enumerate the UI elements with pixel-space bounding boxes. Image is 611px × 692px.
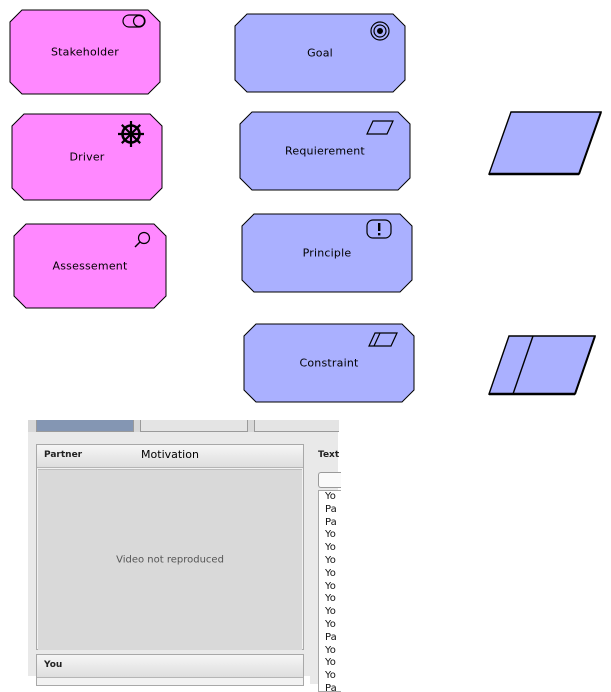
- principle-label: Principle: [302, 246, 352, 260]
- text-panel: Text Yo Pa Pa Yo Yo Yo Yo Yo Yo Yo Yo Pa Yo Yo Yo Pa: [310, 444, 341, 692]
- chat-line: Yo: [325, 657, 336, 669]
- partner-panel-header: Partner Motivation: [37, 445, 303, 468]
- chat-input[interactable]: [318, 472, 341, 488]
- requierement-element[interactable]: Requierement: [239, 111, 411, 191]
- requirement-notation-shape: [487, 110, 605, 182]
- driver-element[interactable]: Driver: [11, 113, 163, 201]
- you-title: You: [44, 660, 63, 670]
- requierement-label: Requierement: [285, 144, 365, 158]
- chat-line: Yo: [325, 670, 336, 682]
- chat-line: Pa: [325, 631, 337, 643]
- constraint-notation-shape: [487, 334, 599, 402]
- chat-line: Yo: [325, 529, 336, 541]
- chat-line: Yo: [325, 542, 336, 554]
- partner-video-placeholder: Video not reproduced: [38, 469, 302, 650]
- chat-line: Pa: [325, 516, 337, 528]
- chat-line: Pa: [325, 682, 337, 692]
- toolbar-tab-1[interactable]: [36, 420, 134, 432]
- video-caption: Motivation: [141, 448, 199, 461]
- assessement-label: Assessement: [52, 259, 128, 273]
- chat-line: Yo: [325, 491, 336, 502]
- chat-window: Partner Motivation Video not reproduced …: [28, 420, 341, 692]
- chat-line: Yo: [325, 580, 336, 592]
- goal-element[interactable]: Goal: [234, 13, 406, 93]
- chat-line: Yo: [325, 554, 336, 566]
- you-panel-header: You: [37, 655, 303, 678]
- chat-log: Yo Pa Pa Yo Yo Yo Yo Yo Yo Yo Yo Pa Yo Yo Yo Pa: [318, 490, 341, 692]
- chat-line: Yo: [325, 644, 336, 656]
- text-title: Text: [318, 450, 340, 460]
- toolbar-tab-2[interactable]: [140, 420, 248, 432]
- constraint-label: Constraint: [299, 356, 359, 370]
- chat-line: Yo: [325, 618, 336, 630]
- chat-line: Yo: [325, 593, 336, 605]
- toolbar-tab-3[interactable]: [254, 420, 339, 432]
- chat-line: Yo: [325, 606, 336, 618]
- chat-line: Yo: [325, 567, 336, 579]
- partner-panel: Partner Motivation Video not reproduced: [36, 444, 304, 650]
- goal-label: Goal: [307, 46, 333, 60]
- stakeholder-element[interactable]: Stakeholder: [9, 9, 161, 95]
- principle-element[interactable]: Principle: [241, 213, 413, 293]
- driver-label: Driver: [69, 150, 105, 164]
- you-panel: You: [36, 654, 304, 686]
- chat-line: Pa: [325, 503, 337, 515]
- video-placeholder-note: Video not reproduced: [116, 554, 224, 566]
- constraint-element[interactable]: Constraint: [243, 323, 415, 403]
- assessement-element[interactable]: Assessement: [13, 223, 167, 309]
- stakeholder-label: Stakeholder: [50, 45, 119, 59]
